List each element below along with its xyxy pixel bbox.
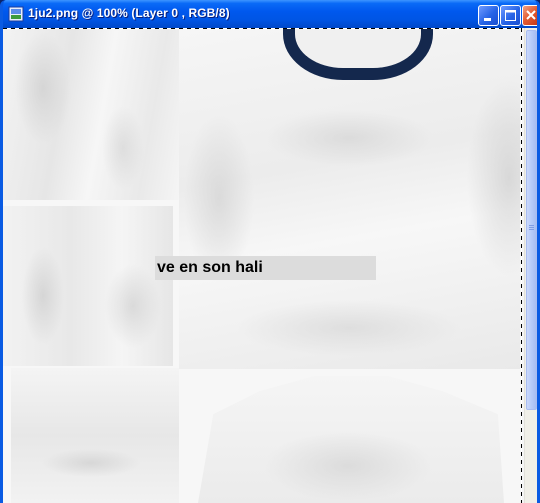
selection-marquee-right	[521, 28, 522, 503]
image-canvas[interactable]: ve en son hali	[3, 28, 520, 503]
window-title: 1ju2.png @ 100% (Layer 0 , RGB/8)	[28, 6, 230, 20]
title-bar[interactable]: 1ju2.png @ 100% (Layer 0 , RGB/8)	[3, 0, 537, 28]
thumb-grip-icon	[529, 227, 534, 228]
fabric-panel-sleeve-top	[3, 28, 179, 200]
thumb-grip-icon	[529, 225, 534, 226]
scrollbar-thumb[interactable]	[526, 30, 537, 410]
text-layer[interactable]: ve en son hali	[155, 256, 376, 280]
fabric-panel-sleeve-bottom	[11, 368, 179, 503]
fabric-panel-shorts	[3, 206, 173, 366]
fabric-panel-shirt-back	[198, 376, 504, 503]
minimize-icon	[484, 18, 491, 21]
photoshop-document-icon[interactable]	[8, 6, 24, 22]
vertical-scrollbar[interactable]	[524, 28, 537, 503]
close-button[interactable]	[522, 5, 537, 26]
document-window: 1ju2.png @ 100% (Layer 0 , RGB/8) ve en …	[0, 0, 540, 503]
maximize-button[interactable]	[500, 5, 521, 26]
thumb-grip-icon	[529, 229, 534, 230]
selection-marquee-top	[3, 28, 520, 29]
document-area: ve en son hali	[3, 28, 537, 503]
maximize-icon	[505, 10, 516, 21]
minimize-button[interactable]	[478, 5, 499, 26]
close-icon	[526, 10, 536, 20]
